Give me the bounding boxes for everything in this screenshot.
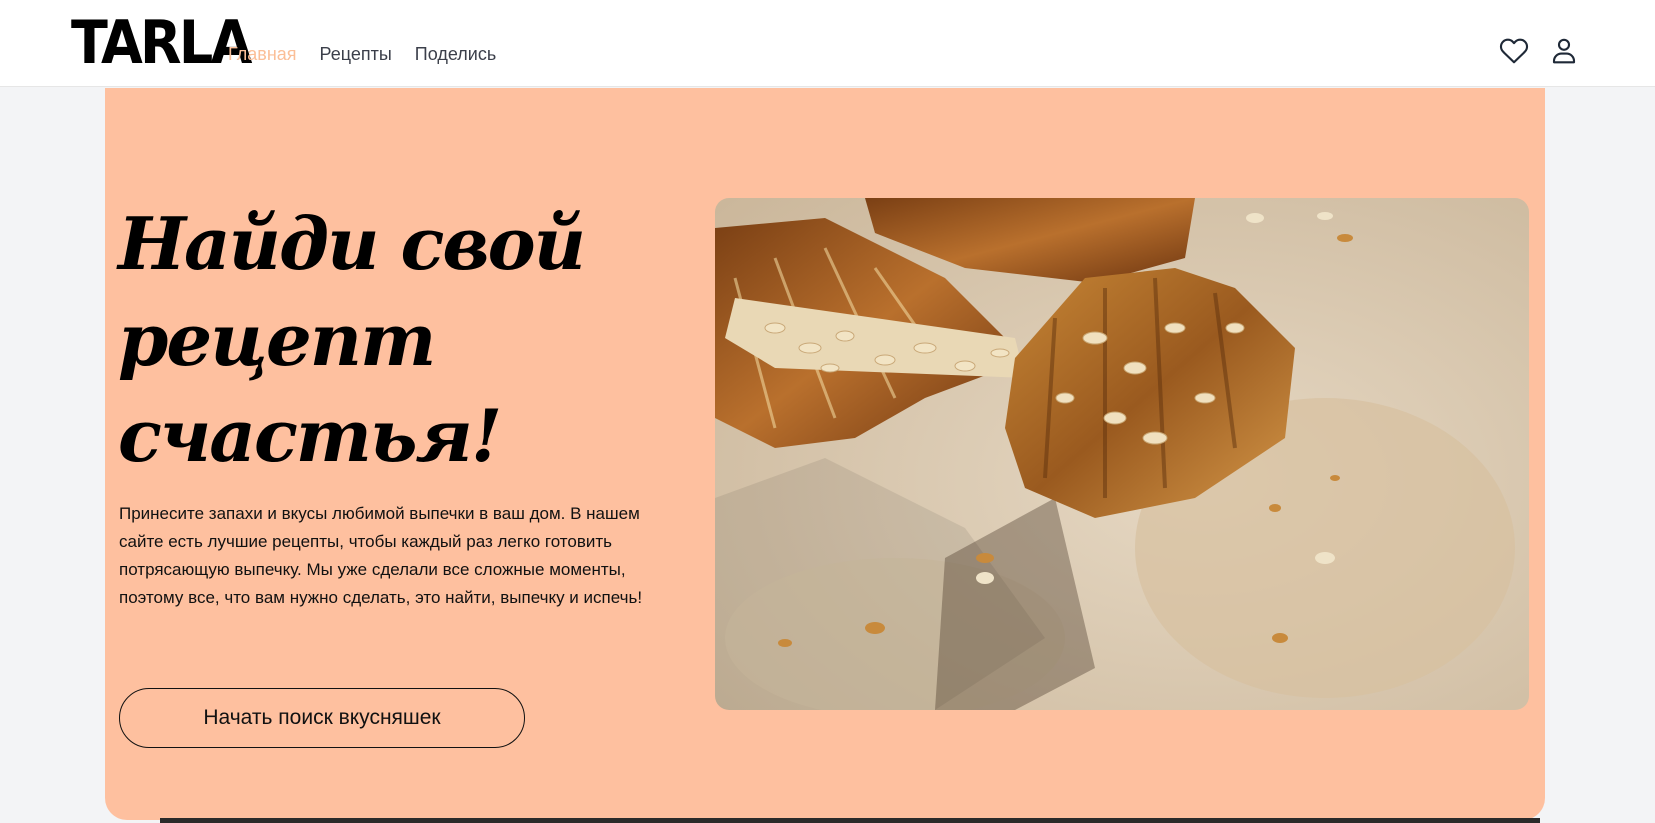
nav-link-home[interactable]: Главная <box>228 44 297 65</box>
croissants-photo <box>715 198 1529 710</box>
hero-title: Найди свой рецепт счастья! <box>118 201 586 478</box>
heart-icon[interactable] <box>1499 36 1529 66</box>
start-search-button[interactable]: Начать поиск вкусняшек <box>119 688 525 748</box>
hero-section: Найди свой рецепт счастья! Принесите зап… <box>105 88 1545 820</box>
nav-link-recipes[interactable]: Рецепты <box>320 44 392 65</box>
hero-description: Принесите запахи и вкусы любимой выпечки… <box>119 504 643 607</box>
main-nav: Главная Рецепты Поделись <box>228 44 496 65</box>
site-logo[interactable]: TARLA <box>71 10 252 76</box>
user-icon[interactable] <box>1549 36 1579 66</box>
next-section-preview <box>160 818 1540 823</box>
navbar: TARLA Главная Рецепты Поделись <box>0 0 1655 87</box>
header-actions <box>1499 36 1579 66</box>
nav-link-share[interactable]: Поделись <box>415 44 496 65</box>
